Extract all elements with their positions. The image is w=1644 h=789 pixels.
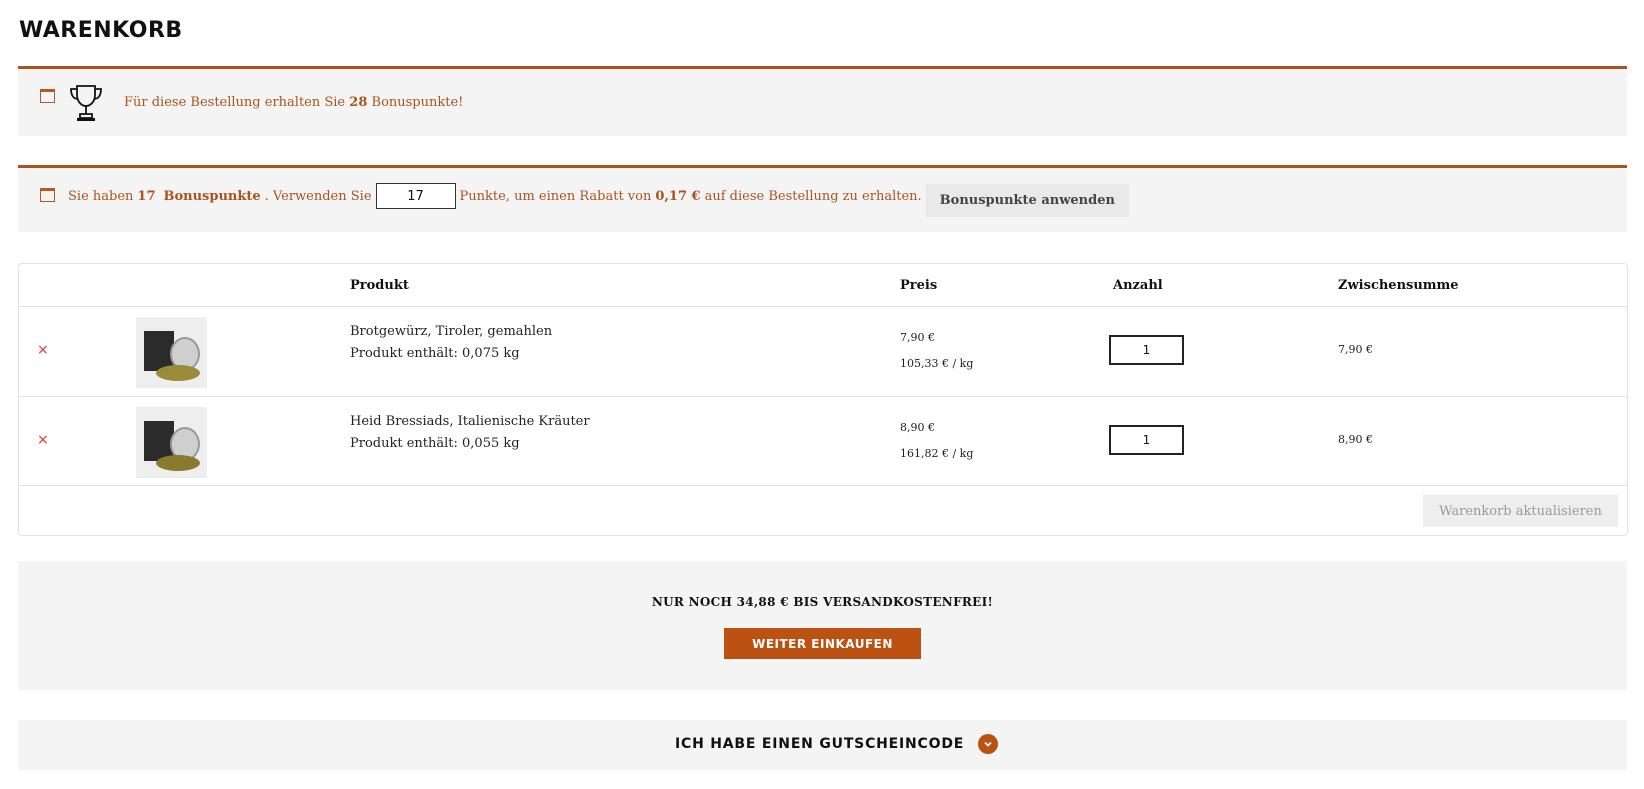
bonus-redeem-text-2: . Verwenden Sie <box>264 188 372 204</box>
remove-icon[interactable]: × <box>37 342 49 358</box>
coupon-label[interactable]: ICH HABE EINEN GUTSCHEINCODE <box>675 736 964 752</box>
bonus-discount-value: 0,17 € <box>655 188 701 204</box>
quantity-input[interactable] <box>1109 335 1184 365</box>
free-shipping-text: NUR NOCH 34,88 € BIS VERSANDKOSTENFREI! <box>651 595 994 609</box>
product-content: Produkt enthält: 0,055 kg <box>350 436 520 451</box>
coupon-toggle-row[interactable]: ICH HABE EINEN GUTSCHEINCODE <box>675 734 999 754</box>
table-row: × Brotgewürz, Tiroler, gemahlen Produkt … <box>19 307 1627 397</box>
remove-icon[interactable]: × <box>37 432 49 448</box>
product-unit-price: 105,33 € / kg <box>900 357 974 370</box>
row-subtotal: 7,90 € <box>1338 343 1373 356</box>
bonus-earn-text-after: Bonuspunkte! <box>371 95 464 110</box>
bonus-redeem-row: Sie haben 17 Bonuspunkte . Verwenden Sie… <box>68 179 1129 217</box>
cart-table-header: Produkt Preis Anzahl Zwischensumme <box>19 264 1627 307</box>
bonus-earn-text-before: Für diese Bestellung erhalten Sie <box>124 95 346 110</box>
product-price: 7,90 € <box>900 331 935 344</box>
bonus-earn-points: 28 <box>349 95 368 110</box>
trophy-icon <box>70 85 102 121</box>
product-content: Produkt enthält: 0,075 kg <box>350 346 520 361</box>
update-cart-button[interactable]: Warenkorb aktualisieren <box>1423 495 1618 527</box>
bonus-redeem-text-4: auf diese Bestellung zu erhalten. <box>704 188 922 204</box>
header-quantity: Anzahl <box>1113 278 1163 293</box>
row-subtotal: 8,90 € <box>1338 433 1373 446</box>
product-thumbnail[interactable] <box>136 317 207 388</box>
header-subtotal: Zwischensumme <box>1338 278 1459 293</box>
bonus-earn-notice: Für diese Bestellung erhalten Sie 28 Bon… <box>18 66 1627 136</box>
chevron-down-icon[interactable] <box>978 734 999 754</box>
page-title: WARENKORB <box>19 18 183 43</box>
product-unit-price: 161,82 € / kg <box>900 447 974 460</box>
product-price: 8,90 € <box>900 421 935 434</box>
bonus-redeem-notice: Sie haben 17 Bonuspunkte . Verwenden Sie… <box>18 165 1627 232</box>
bonus-redeem-text-3: Punkte, um einen Rabatt von <box>459 188 652 204</box>
bonus-earn-text: Für diese Bestellung erhalten Sie 28 Bon… <box>124 95 463 110</box>
apply-bonus-button[interactable]: Bonuspunkte anwenden <box>925 183 1129 217</box>
cart-table: Produkt Preis Anzahl Zwischensumme × Bro… <box>18 263 1628 536</box>
product-name-link[interactable]: Brotgewürz, Tiroler, gemahlen <box>350 324 552 339</box>
notice-icon <box>40 188 55 202</box>
product-thumbnail[interactable] <box>136 407 207 478</box>
header-price: Preis <box>900 278 938 293</box>
bonus-redeem-text-1: Sie haben <box>68 188 134 204</box>
free-shipping-panel: NUR NOCH 34,88 € BIS VERSANDKOSTENFREI! … <box>18 561 1627 690</box>
bonus-points-word: Bonuspunkte <box>163 188 261 204</box>
quantity-input[interactable] <box>1109 425 1184 455</box>
table-row: × Heid Bressiads, Italienische Kräuter P… <box>19 397 1627 486</box>
coupon-panel[interactable]: ICH HABE EINEN GUTSCHEINCODE <box>18 720 1627 770</box>
header-product: Produkt <box>350 278 409 293</box>
continue-shopping-button[interactable]: WEITER EINKAUFEN <box>724 628 921 659</box>
notice-icon <box>40 89 55 103</box>
product-name-link[interactable]: Heid Bressiads, Italienische Kräuter <box>350 414 590 429</box>
bonus-points-input[interactable] <box>375 183 456 209</box>
bonus-points-available: 17 <box>137 188 156 204</box>
